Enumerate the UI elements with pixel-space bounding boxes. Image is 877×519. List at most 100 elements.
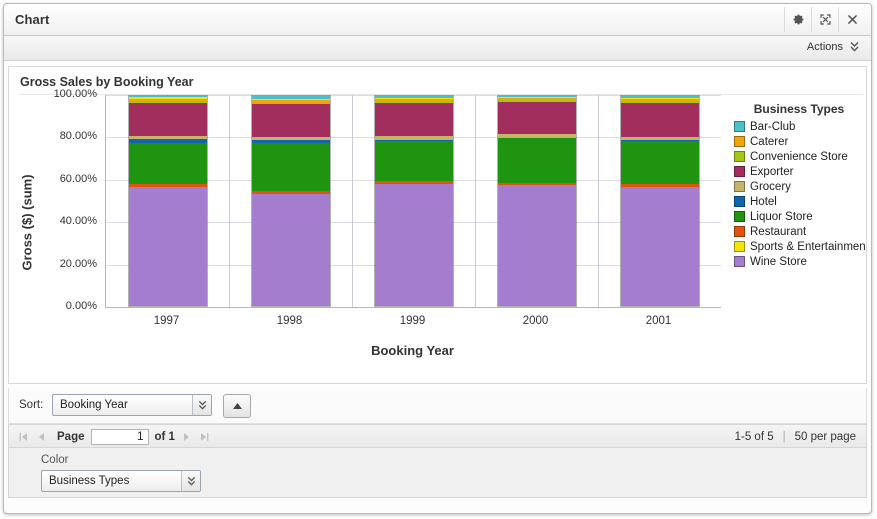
legend-item-label: Grocery — [750, 180, 791, 193]
x-tick-label: 1997 — [153, 315, 180, 327]
legend-title: Business Types — [753, 102, 845, 116]
sort-select[interactable]: Booking Year — [52, 394, 212, 416]
bar-segment[interactable] — [620, 102, 699, 137]
expand-icon[interactable] — [811, 7, 838, 32]
pagination-controls: Page of 1 — [17, 425, 211, 449]
bar-segment[interactable] — [374, 140, 453, 182]
sort-row: Sort: Booking Year — [8, 388, 867, 424]
bar-segment[interactable] — [128, 102, 207, 137]
chart-legend: Business Types Bar-Club Caterer Convenienc… — [734, 102, 871, 269]
color-label: Color — [41, 454, 69, 466]
bar-segment[interactable] — [497, 101, 576, 135]
actions-toolbar: Actions — [4, 36, 871, 61]
y-tick-label: 0.00% — [65, 300, 97, 312]
next-page-button[interactable] — [181, 430, 193, 444]
legend-color-swatch — [734, 256, 745, 267]
legend-color-swatch — [734, 121, 745, 132]
legend-color-swatch — [734, 241, 745, 252]
legend-item[interactable]: Caterer — [734, 134, 871, 149]
window-title: Chart — [15, 12, 50, 27]
x-axis-label: Booking Year — [371, 343, 454, 358]
legend-item-label: Wine Store — [750, 255, 807, 268]
legend-item[interactable]: Restaurant — [734, 224, 871, 239]
legend-item-label: Convenience Store — [750, 150, 848, 163]
bar-segment[interactable] — [620, 186, 699, 306]
bar-segment[interactable] — [620, 141, 699, 184]
stacked-bar[interactable] — [127, 95, 208, 307]
last-page-button[interactable] — [199, 430, 211, 444]
gear-icon[interactable] — [784, 7, 811, 32]
legend-item[interactable]: Hotel — [734, 194, 871, 209]
per-page-text[interactable]: 50 per page — [795, 431, 856, 443]
actions-menu-label[interactable]: Actions — [807, 41, 843, 53]
pagination-summary: 1-5 of 5 | 50 per page — [735, 425, 856, 449]
legend-item-label: Bar-Club — [750, 120, 796, 133]
bar-segment[interactable] — [251, 104, 330, 137]
bar-series — [106, 95, 721, 307]
legend-item[interactable]: Bar-Club — [734, 119, 871, 134]
chart-panel: Gross Sales by Booking Year Gross ($) (s… — [8, 66, 867, 384]
plot-wrapper: Gross ($) (sum) 0.00% 20.00% 40.00% 60.00% 8… — [9, 88, 866, 383]
window-buttons — [784, 6, 865, 33]
legend-item[interactable]: Convenience Store — [734, 149, 871, 164]
legend-color-swatch — [734, 226, 745, 237]
sort-label: Sort: — [19, 399, 44, 411]
close-icon[interactable] — [838, 7, 865, 32]
bar-segment[interactable] — [497, 138, 576, 183]
chart-title: Gross Sales by Booking Year — [20, 75, 194, 89]
legend-item-label: Liquor Store — [750, 210, 813, 223]
color-select[interactable]: Business Types — [41, 470, 201, 492]
legend-item-label: Restaurant — [750, 225, 807, 238]
first-page-button[interactable] — [17, 430, 29, 444]
legend-color-swatch — [734, 211, 745, 222]
stacked-bar[interactable] — [250, 95, 331, 307]
chart-window: Chart Actions Gross Sales by Booking Yea… — [3, 3, 872, 514]
page-total-label: of 1 — [154, 431, 175, 443]
sort-direction-button[interactable] — [223, 394, 251, 418]
chevron-down-icon — [192, 395, 211, 415]
legend-color-swatch — [734, 136, 745, 147]
sort-select-value: Booking Year — [60, 399, 128, 411]
legend-color-swatch — [734, 151, 745, 162]
legend-color-swatch — [734, 196, 745, 207]
stacked-bar[interactable] — [496, 95, 577, 307]
bar-segment[interactable] — [374, 183, 453, 306]
legend-color-swatch — [734, 181, 745, 192]
x-tick-label: 2001 — [645, 315, 672, 327]
legend-item[interactable]: Wine Store — [734, 254, 871, 269]
legend-item[interactable]: Exporter — [734, 164, 871, 179]
separator: | — [782, 431, 786, 443]
bar-segment[interactable] — [251, 194, 330, 306]
color-select-value: Business Types — [49, 475, 130, 487]
bar-segment[interactable] — [251, 142, 330, 192]
legend-item[interactable]: Liquor Store — [734, 209, 871, 224]
y-tick-label: 80.00% — [59, 130, 97, 143]
stacked-bar[interactable] — [619, 95, 700, 307]
chevron-down-icon[interactable] — [850, 40, 859, 56]
legend-item-label: Caterer — [750, 135, 789, 148]
pagination-bar: Page of 1 1-5 of 5 | 50 per page — [8, 424, 867, 448]
plot-area — [105, 95, 721, 308]
bar-segment[interactable] — [128, 186, 207, 306]
legend-item[interactable]: Grocery — [734, 179, 871, 194]
record-range-text: 1-5 of 5 — [734, 431, 774, 443]
y-axis-ticks: 0.00% 20.00% 40.00% 60.00% 80.00% 100.00% — [23, 88, 97, 383]
legend-item-label: Exporter — [750, 165, 794, 178]
bar-segment[interactable] — [128, 142, 207, 184]
legend-item-label: Sports & Entertainmen — [750, 240, 866, 253]
x-tick-label: 2000 — [522, 315, 549, 327]
bar-segment[interactable] — [497, 185, 576, 306]
legend-color-swatch — [734, 166, 745, 177]
x-tick-label: 1998 — [276, 315, 303, 327]
stacked-bar[interactable] — [373, 95, 454, 307]
y-tick-label: 20.00% — [59, 257, 97, 270]
x-tick-label: 1999 — [399, 315, 426, 327]
page-number-input[interactable] — [90, 429, 149, 445]
previous-page-button[interactable] — [35, 430, 47, 444]
page-label: Page — [57, 431, 85, 443]
window-titlebar: Chart — [4, 4, 871, 36]
legend-item[interactable]: Sports & Entertainmen — [734, 239, 871, 254]
bar-segment[interactable] — [374, 102, 453, 137]
color-panel: Color Business Types — [8, 448, 867, 498]
y-tick-label: 100.00% — [53, 88, 97, 100]
